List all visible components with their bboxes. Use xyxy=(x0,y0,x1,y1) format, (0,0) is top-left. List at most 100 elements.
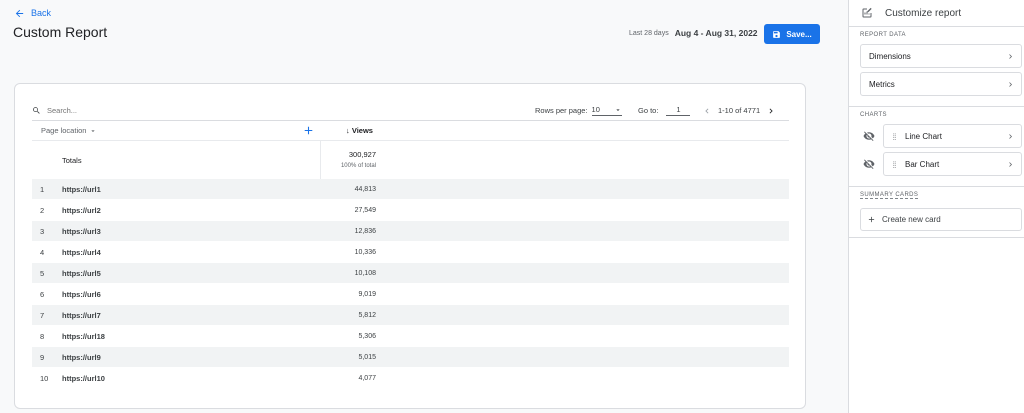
totals-row: Totals 300,927 100% of total xyxy=(32,141,789,179)
row-index: 7 xyxy=(40,310,45,320)
chevron-right-icon xyxy=(1009,81,1012,87)
dimension-header-label: Page location xyxy=(41,126,87,135)
search-box[interactable] xyxy=(32,106,522,115)
row-dimension: https://url3 xyxy=(62,226,101,236)
rows-per-page: Rows per page: 10 xyxy=(535,105,622,116)
table-header: Page location ↓ Views xyxy=(32,121,789,141)
row-index: 2 xyxy=(40,205,45,215)
date-range-value: Aug 4 - Aug 31, 2022 xyxy=(674,28,758,38)
table-row: 3 https://url3 12,836 xyxy=(32,221,789,242)
row-index: 1 xyxy=(40,184,45,194)
row-index: 3 xyxy=(40,226,45,236)
save-button[interactable]: Save... xyxy=(764,24,820,44)
row-metric: 10,108 xyxy=(354,269,376,277)
metric-header[interactable]: ↓ Views xyxy=(346,126,373,135)
line-chart-row: Line Chart xyxy=(863,124,1022,148)
row-dimension: https://url9 xyxy=(62,352,101,362)
date-range-picker[interactable]: Last 28 days Aug 4 - Aug 31, 2022 xyxy=(629,28,758,38)
chevron-right-icon xyxy=(1009,133,1012,139)
row-metric: 27,549 xyxy=(354,206,376,214)
row-metric: 10,336 xyxy=(354,248,376,256)
report-data-title: REPORT DATA xyxy=(860,32,906,38)
row-metric: 9,019 xyxy=(358,290,376,298)
row-index: 9 xyxy=(40,352,45,362)
row-dimension: https://url2 xyxy=(62,205,101,215)
plus-icon xyxy=(868,216,875,223)
row-dimension: https://url1 xyxy=(62,184,101,194)
summary-cards-title: SUMMARY CARDS xyxy=(849,187,1024,204)
rows-per-page-label: Rows per page: xyxy=(535,106,588,115)
search-icon xyxy=(33,107,40,114)
totals-percent: 100% of total xyxy=(340,163,376,169)
bar-chart-row: Bar Chart xyxy=(863,152,1022,176)
table-row: 7 https://url7 5,812 xyxy=(32,305,789,326)
panel-header: Customize report xyxy=(849,0,1024,27)
arrow-back-icon xyxy=(15,9,24,17)
pagination-text: 1-10 of 4771 xyxy=(718,106,761,115)
goto-label: Go to: xyxy=(638,106,659,115)
totals-value: 300,927 xyxy=(348,150,376,159)
drag-handle-icon[interactable] xyxy=(890,160,899,169)
row-index: 4 xyxy=(40,247,45,257)
search-input[interactable] xyxy=(47,106,247,115)
row-dimension: https://url7 xyxy=(62,310,101,320)
chevron-right-icon[interactable] xyxy=(766,106,776,116)
row-dimension: https://url4 xyxy=(62,247,101,257)
table-row: 4 https://url4 10,336 xyxy=(32,242,789,263)
panel-title: Customize report xyxy=(885,7,962,19)
row-dimension: https://url6 xyxy=(62,289,101,299)
date-range-label: Last 28 days xyxy=(629,29,669,37)
row-index: 10 xyxy=(40,373,49,383)
visibility-off-icon[interactable] xyxy=(863,130,875,142)
dimension-header[interactable]: Page location xyxy=(41,126,97,135)
totals-label: Totals xyxy=(62,156,82,165)
row-dimension: https://url18 xyxy=(62,331,105,341)
rows-per-page-value: 10 xyxy=(591,105,600,114)
dimensions-item[interactable]: Dimensions xyxy=(860,44,1022,68)
row-metric: 5,015 xyxy=(358,353,376,361)
line-chart-item[interactable]: Line Chart xyxy=(883,124,1022,148)
table-row: 10 https://url10 4,077 xyxy=(32,368,789,389)
pagination: 1-10 of 4771 xyxy=(702,106,776,116)
create-new-card-button[interactable]: Create new card xyxy=(860,208,1022,231)
page-title: Custom Report xyxy=(13,24,108,40)
table-row: 8 https://url18 5,306 xyxy=(32,326,789,347)
chevron-left-icon[interactable] xyxy=(702,106,712,116)
back-label: Back xyxy=(31,8,52,18)
summary-cards-section: SUMMARY CARDS Create new card xyxy=(849,187,1024,238)
save-label: Save... xyxy=(786,29,812,39)
table-body: 1 https://url1 44,813 2 https://url2 27,549 … xyxy=(32,179,789,389)
table-row: 9 https://url9 5,015 xyxy=(32,347,789,368)
table-row: 6 https://url6 9,019 xyxy=(32,284,789,305)
main-area: Back Custom Report Last 28 days Aug 4 - … xyxy=(0,0,848,413)
visibility-off-icon[interactable] xyxy=(863,158,875,170)
bar-chart-label: Bar Chart xyxy=(905,159,940,169)
row-metric: 5,812 xyxy=(358,311,376,319)
line-chart-label: Line Chart xyxy=(905,131,942,141)
table-row: 5 https://url5 10,108 xyxy=(32,263,789,284)
row-dimension: https://url10 xyxy=(62,373,105,383)
row-index: 8 xyxy=(40,331,45,341)
data-table: Page location ↓ Views Totals 300,927 100… xyxy=(32,121,789,389)
row-index: 5 xyxy=(40,268,45,278)
metrics-label: Metrics xyxy=(869,79,895,89)
edit-report-icon xyxy=(862,7,872,18)
row-index: 6 xyxy=(40,289,45,299)
metrics-item[interactable]: Metrics xyxy=(860,72,1022,96)
bar-chart-item[interactable]: Bar Chart xyxy=(883,152,1022,176)
dimensions-label: Dimensions xyxy=(869,51,911,61)
save-icon xyxy=(773,30,781,38)
rows-per-page-select[interactable]: 10 xyxy=(591,105,622,116)
add-dimension-icon[interactable] xyxy=(302,124,315,137)
goto-input[interactable]: 1 xyxy=(666,105,691,116)
table-row: 2 https://url2 27,549 xyxy=(32,200,789,221)
goto-page: Go to: 1 xyxy=(638,105,691,116)
caret-down-icon xyxy=(91,129,96,132)
create-card-label: Create new card xyxy=(882,215,941,224)
back-link[interactable]: Back xyxy=(14,6,51,20)
table-toolbar: Rows per page: 10 Go to: 1 1-10 of 4771 xyxy=(32,101,789,121)
charts-section: CHARTS Line Chart Bar Chart xyxy=(849,107,1024,187)
row-metric: 4,077 xyxy=(358,374,376,382)
drag-handle-icon[interactable] xyxy=(890,132,899,141)
row-dimension: https://url5 xyxy=(62,268,101,278)
